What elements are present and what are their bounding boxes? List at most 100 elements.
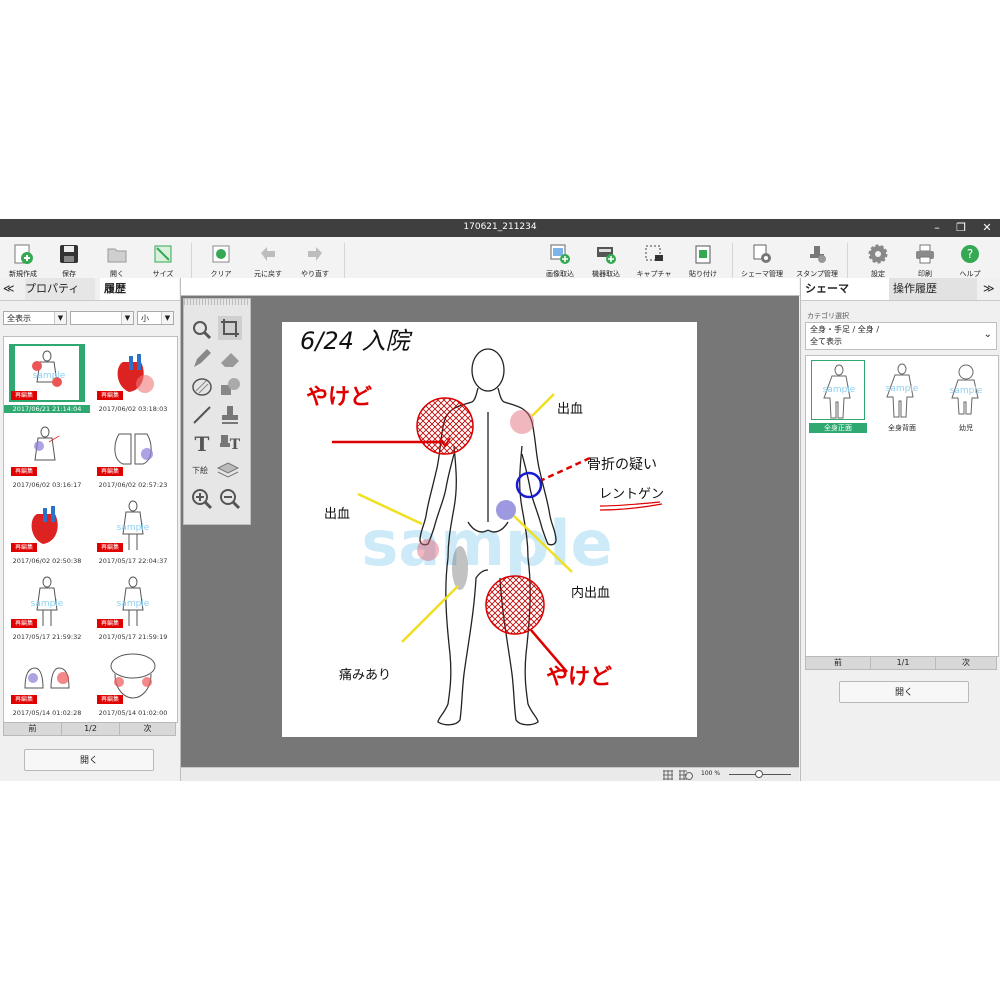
drawing-tool-palette: T T 下絵 (183, 298, 251, 525)
tab-operation-history[interactable]: 操作履歴 (889, 278, 977, 300)
history-item[interactable]: sample 再編集 2017/06/21 21:14:04 (4, 340, 90, 416)
image-import-icon (550, 244, 570, 264)
tab-properties[interactable]: プロパティ (25, 278, 95, 300)
eraser-icon[interactable] (218, 347, 242, 371)
close-icon[interactable]: ✕ (976, 219, 998, 237)
schema-item-infant[interactable]: sample 幼児 (937, 360, 995, 436)
next-page-button[interactable]: 次 (120, 723, 175, 735)
filter-select-2[interactable]: ▼ (70, 311, 134, 325)
reedit-badge: 再編集 (97, 391, 123, 400)
history-item[interactable]: 再編集 2017/05/14 01:02:28 (4, 644, 90, 720)
burn-label-top: やけど (306, 385, 372, 410)
underlay-label: 下絵 (192, 466, 208, 475)
fracture-label: 骨折の疑い (587, 457, 657, 473)
history-item[interactable]: sample 再編集 2017/05/17 22:04:37 (90, 492, 176, 568)
stamp-icon[interactable] (218, 403, 242, 427)
canvas-header (181, 278, 799, 296)
reedit-badge: 再編集 (11, 543, 37, 552)
drawing-canvas[interactable]: sample 6/24 入院 やけど やけど 出血 骨折の疑い レントゲン 出血… (282, 322, 697, 737)
crop-icon[interactable] (218, 316, 242, 340)
hatch-icon[interactable] (190, 375, 214, 399)
bruise-mark (496, 500, 516, 520)
redo-icon (308, 247, 322, 261)
zoom-slider-thumb[interactable] (755, 770, 763, 778)
save-icon (60, 245, 78, 263)
reedit-badge: 再編集 (97, 467, 123, 476)
layers-icon[interactable] (216, 459, 240, 483)
history-item[interactable]: 再編集 2017/06/02 02:50:38 (4, 492, 90, 568)
schema-list: sample 全身正面 sample 全身背面 sample 幼児 (805, 355, 999, 657)
minimize-icon[interactable]: – (926, 219, 948, 237)
open-schema-button[interactable]: 開く (839, 681, 969, 703)
internal-bleed-label: 内出血 (571, 585, 610, 601)
palette-grip[interactable] (184, 299, 250, 305)
window-title: 170621_211234 (463, 222, 537, 232)
capture-icon (645, 245, 663, 261)
resize-icon (154, 245, 172, 263)
fit-view-icon[interactable] (679, 770, 693, 780)
bleed-label-left: 出血 (324, 507, 350, 522)
history-item[interactable]: sample 再編集 2017/05/17 21:59:32 (4, 568, 90, 644)
folder-icon (107, 248, 127, 263)
history-item[interactable]: sample 再編集 2017/05/17 21:59:19 (90, 568, 176, 644)
shape-icon[interactable] (218, 375, 242, 399)
reedit-badge: 再編集 (11, 695, 37, 704)
reedit-badge: 再編集 (11, 619, 37, 628)
svg-text:sample: sample (117, 523, 150, 533)
filter-select[interactable]: 全表示 ▼ (3, 311, 67, 325)
status-bar: 100 % (181, 767, 799, 781)
history-date: 2017/05/17 21:59:32 (12, 633, 82, 641)
schema-prev-button[interactable]: 前 (806, 657, 871, 669)
category-select[interactable]: 全身・手足 / 全身 / 全て表示 ⌄ (805, 322, 997, 350)
zoom-out-icon[interactable] (218, 487, 242, 511)
reedit-badge: 再編集 (97, 543, 123, 552)
date-heading: 6/24 入院 (300, 327, 414, 355)
history-date: 2017/06/02 02:50:38 (12, 557, 82, 565)
tab-history[interactable]: 履歴 (100, 278, 179, 300)
tab-schema[interactable]: シェーマ (801, 278, 889, 300)
expand-right-button[interactable]: ≫ (983, 278, 999, 300)
history-item[interactable]: 再編集 2017/06/02 03:18:03 (90, 340, 176, 416)
grid-icon[interactable] (663, 770, 673, 780)
size-select[interactable]: 小 ▼ (137, 311, 174, 325)
left-tabs: ≪ プロパティ 履歴 (0, 278, 180, 301)
svg-text:sample: sample (950, 386, 983, 396)
restore-icon[interactable]: ❐ (950, 219, 972, 237)
chevron-down-icon: ▼ (54, 312, 66, 324)
line-icon[interactable] (190, 403, 214, 427)
zoom-level: 100 % (701, 770, 721, 777)
burn-label-bottom: やけど (546, 665, 612, 690)
zoom-in-icon[interactable] (190, 487, 214, 511)
right-tabs: シェーマ 操作履歴 ≫ (801, 278, 1000, 301)
pen-icon[interactable] (190, 347, 214, 371)
text-icon[interactable]: T (190, 431, 214, 455)
chevron-down-icon: ▼ (121, 312, 133, 324)
category-label: カテゴリ選択 (807, 312, 849, 320)
svg-text:sample: sample (823, 385, 856, 395)
schema-next-button[interactable]: 次 (936, 657, 996, 669)
open-history-button[interactable]: 開く (24, 749, 154, 771)
sample-watermark: sample (361, 507, 612, 580)
schema-drawing: sample 6/24 入院 やけど やけど 出血 骨折の疑い レントゲン 出血… (300, 327, 664, 726)
select-icon[interactable] (190, 318, 214, 342)
pain-mark (452, 546, 468, 590)
svg-text:T: T (195, 432, 210, 455)
bleed-mark-left (417, 539, 439, 561)
schema-manage-icon (753, 244, 771, 263)
prev-page-button[interactable]: 前 (4, 723, 62, 735)
history-item[interactable]: 再編集 2017/05/14 01:02:00 (90, 644, 176, 720)
history-list[interactable]: sample 再編集 2017/06/21 21:14:04 再編集 2017/… (3, 336, 178, 723)
schema-item-back[interactable]: sample 全身背面 (873, 360, 931, 436)
paste-icon (695, 245, 711, 264)
category-filter: 全て表示 (810, 337, 842, 346)
schema-item-front[interactable]: sample 全身正面 (809, 360, 867, 436)
history-item[interactable]: 再編集 2017/06/02 03:16:17 (4, 416, 90, 492)
history-item[interactable]: 再編集 2017/06/02 02:57:23 (90, 416, 176, 492)
history-pager: 前 1/2 次 (3, 722, 176, 736)
svg-text:T: T (230, 437, 241, 453)
printer-icon (916, 244, 934, 264)
collapse-left-button[interactable]: ≪ (3, 278, 19, 300)
chevron-down-icon: ▼ (161, 312, 173, 324)
text-stamp-icon[interactable]: T (218, 431, 242, 455)
schema-pager: 前 1/1 次 (805, 656, 997, 670)
